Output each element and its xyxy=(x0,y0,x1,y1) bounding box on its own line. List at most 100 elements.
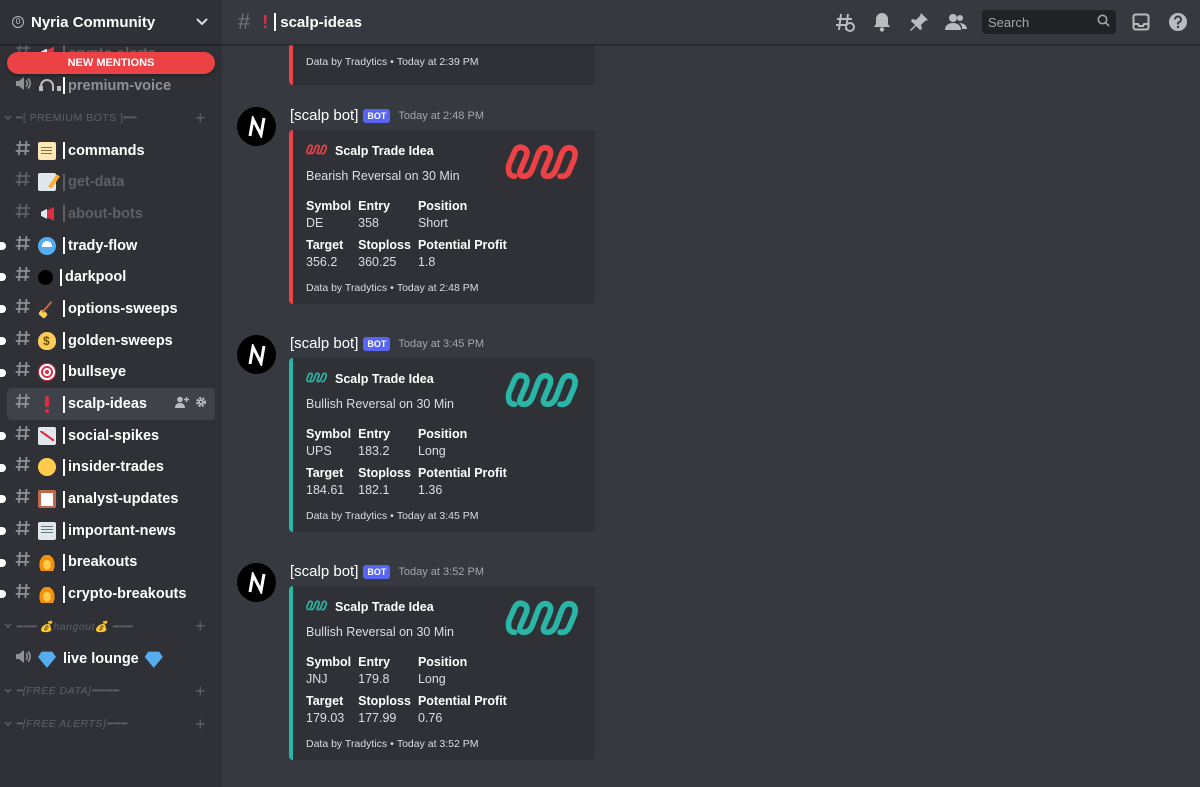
timestamp: Today at 3:52 PM xyxy=(398,565,484,578)
plus-icon[interactable]: + xyxy=(195,616,206,637)
embed-author-name: Scalp Trade Idea xyxy=(335,372,434,386)
server-name[interactable]: Nyria Community xyxy=(31,14,196,31)
avatar[interactable] xyxy=(237,563,276,602)
footer-source: Data by Tradytics xyxy=(306,510,388,522)
members-icon[interactable] xyxy=(944,10,968,34)
channel-separator xyxy=(63,490,65,508)
field-name: Stoploss xyxy=(358,694,411,708)
plus-icon[interactable]: + xyxy=(195,681,206,702)
sidebar-item-important-news[interactable]: important-news xyxy=(0,515,215,547)
hash-icon xyxy=(15,171,35,193)
unread-indicator xyxy=(0,526,6,535)
sidebar-item-trady-flow[interactable]: trady-flow xyxy=(0,230,215,262)
sidebar-item-options-sweeps[interactable]: options-sweeps xyxy=(0,293,215,325)
unread-indicator xyxy=(0,590,6,599)
field-value: UPS xyxy=(306,444,332,458)
sidebar-item-social-spikes[interactable]: social-spikes xyxy=(0,420,215,452)
bot-tag: BOT xyxy=(363,564,391,579)
pin-icon[interactable] xyxy=(907,10,931,34)
username[interactable]: [scalp bot] xyxy=(290,563,358,580)
chevron-down-icon[interactable] xyxy=(4,622,12,631)
sidebar-item-label: commands xyxy=(68,142,145,159)
embed-footer: Data by Tradytics • Today at 2:48 PM xyxy=(306,282,583,294)
sidebar-item-darkpool[interactable]: darkpool xyxy=(0,261,215,293)
category-free-data[interactable]: ━[FREE DATA]━━━━ + xyxy=(0,675,222,708)
sidebar-item-bullseye[interactable]: bullseye xyxy=(0,357,215,389)
sidebar-item-label: important-news xyxy=(68,522,176,539)
embed-field: Target 179.03 xyxy=(306,686,351,725)
threads-icon[interactable] xyxy=(833,10,857,34)
sidebar-item-live-lounge[interactable]: live lounge xyxy=(7,643,215,675)
bell-icon[interactable] xyxy=(870,10,894,34)
hash-icon xyxy=(15,583,35,605)
footer-time: Today at 2:48 PM xyxy=(396,282,479,294)
channel-separator xyxy=(63,553,65,571)
field-value: Long xyxy=(417,672,446,686)
sidebar-item-about-bots[interactable]: about-bots xyxy=(7,198,215,230)
hash-icon xyxy=(15,488,35,510)
unread-indicator xyxy=(0,305,6,314)
black-icon xyxy=(38,269,53,285)
bot-tag: BOT xyxy=(363,336,391,351)
category-premium-bots[interactable]: ━[ PREMIUM BOTS ]━━ + xyxy=(0,102,222,135)
gear-icon[interactable] xyxy=(195,396,207,411)
field-name: Target xyxy=(306,466,344,480)
chevron-down-icon[interactable] xyxy=(4,720,12,729)
search-icon xyxy=(1097,14,1110,30)
sidebar-item-analyst-updates[interactable]: analyst-updates xyxy=(0,483,215,515)
invite-icon[interactable] xyxy=(175,396,189,411)
channel-header: # ! scalp-ideas Search xyxy=(222,0,1200,45)
embed-fields: Symbol DE Entry 358 Position Short Target 356.2… xyxy=(306,191,583,269)
channel-separator xyxy=(63,237,65,255)
sidebar-item-commands[interactable]: commands xyxy=(7,135,215,167)
field-name: Target xyxy=(306,694,344,708)
search-placeholder: Search xyxy=(988,14,1030,30)
sidebar-item-premium-voice[interactable]: premium-voice xyxy=(7,70,215,102)
sidebar-item-scalp-ideas[interactable]: scalp-ideas xyxy=(7,388,215,420)
avatar[interactable] xyxy=(237,107,276,146)
field-name: Position xyxy=(417,199,468,213)
sidebar-item-crypto-breakouts[interactable]: crypto-breakouts xyxy=(0,578,215,610)
hash-icon xyxy=(15,235,35,257)
avatar[interactable] xyxy=(237,335,276,374)
mega-icon xyxy=(38,205,56,223)
sidebar-item-get-data[interactable]: get-data xyxy=(7,166,215,198)
hash-icon xyxy=(15,361,35,383)
embed-author-name: Scalp Trade Idea xyxy=(335,600,434,614)
plus-icon[interactable]: + xyxy=(195,108,206,129)
search-input[interactable]: Search xyxy=(982,10,1116,34)
inbox-icon[interactable] xyxy=(1129,10,1153,34)
field-value: 1.8 xyxy=(417,255,436,269)
sidebar-item-insider-trades[interactable]: insider-trades xyxy=(0,452,215,484)
category-hangout[interactable]: ━━━ 💰hangout💰 ━━━ + xyxy=(0,610,222,643)
field-value: 182.1 xyxy=(358,483,390,497)
embed-field: Position Long xyxy=(418,647,507,686)
username[interactable]: [scalp bot] xyxy=(290,335,358,352)
chevron-down-icon[interactable] xyxy=(4,687,12,696)
channel-sidebar: 0 Nyria Community NEW MENTIONS crypto-al… xyxy=(0,0,222,787)
help-icon[interactable] xyxy=(1166,10,1190,34)
category-free-alerts[interactable]: ━[FREE ALERTS]━━━ + xyxy=(0,708,222,741)
sidebar-item-label: crypto-breakouts xyxy=(68,586,187,603)
server-header[interactable]: 0 Nyria Community xyxy=(0,0,222,45)
embed: Scalp Trade Idea Bullish Reversal on 30 M… xyxy=(289,586,595,760)
tradytics-logo-icon xyxy=(306,600,328,614)
sidebar-item-breakouts[interactable]: breakouts xyxy=(0,547,215,579)
sidebar-item-golden-sweeps[interactable]: golden-sweeps xyxy=(0,325,215,357)
new-mentions-button[interactable]: NEW MENTIONS xyxy=(7,52,215,74)
field-name: Stoploss xyxy=(358,238,411,252)
username[interactable]: [scalp bot] xyxy=(290,107,358,124)
chevron-down-icon[interactable] xyxy=(4,114,12,123)
chevron-down-icon[interactable] xyxy=(196,15,208,29)
plus-icon[interactable]: + xyxy=(195,714,206,735)
partial-embed: Data by Tradytics • Today at 2:39 PM xyxy=(289,45,595,85)
channel-separator xyxy=(63,300,65,318)
headphones-icon xyxy=(38,77,61,95)
unread-indicator xyxy=(0,273,6,282)
channel-separator xyxy=(63,395,65,413)
field-value: 360.25 xyxy=(358,255,397,269)
category-label: ━[ PREMIUM BOTS ]━━ xyxy=(16,112,138,125)
sidebar-item-label: options-sweeps xyxy=(68,300,178,317)
sidebar-item-label: get-data xyxy=(68,174,125,191)
news-icon xyxy=(38,521,56,540)
